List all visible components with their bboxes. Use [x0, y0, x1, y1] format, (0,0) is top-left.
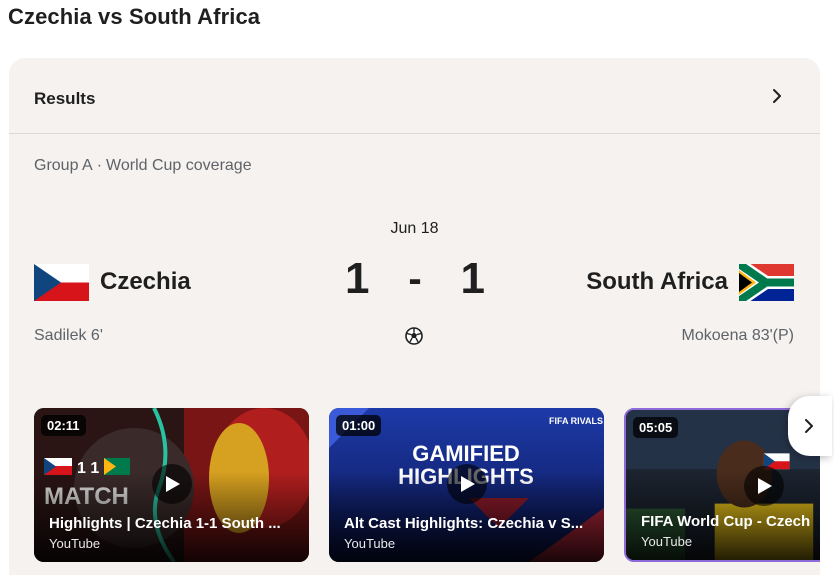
away-team[interactable]: South Africa: [586, 263, 794, 301]
soccer-ball-icon: [405, 327, 423, 345]
play-icon[interactable]: [152, 464, 192, 504]
separator-dot: ·: [96, 157, 103, 174]
video-carousel: 1 1 MATCH 02:11 Highlights | Czechia 1-1…: [34, 408, 820, 568]
video-source: YouTube: [641, 534, 693, 549]
home-team-name: Czechia: [100, 268, 191, 295]
chevron-right-icon: [773, 89, 781, 103]
results-card: Results Group A · World Cup coverage Jun 1…: [9, 58, 820, 575]
scoreboard: 1 - 1: [345, 254, 485, 304]
video-card[interactable]: 1 1 MATCH 02:11 Highlights | Czechia 1-1…: [34, 408, 309, 562]
video-title: Highlights | Czechia 1-1 South ...: [49, 515, 281, 532]
video-title: FIFA World Cup - Czech: [641, 513, 811, 530]
score-separator: -: [408, 256, 422, 301]
away-score: 1: [460, 254, 485, 303]
home-scorer: Sadilek 6': [34, 327, 103, 344]
video-title: Alt Cast Highlights: Czechia v S...: [344, 515, 584, 532]
czech-flag-icon: [34, 263, 89, 301]
video-duration: 05:05: [633, 417, 679, 438]
home-score: 1: [345, 254, 370, 303]
video-source: YouTube: [344, 536, 396, 551]
results-label: Results: [34, 89, 96, 108]
chevron-right-icon: [805, 419, 813, 433]
thumb-overlay-line1: GAMIFIED: [412, 441, 520, 466]
group-name: Group A: [34, 157, 93, 174]
home-team[interactable]: Czechia: [34, 263, 191, 301]
video-source: YouTube: [49, 536, 101, 551]
play-icon[interactable]: [744, 466, 784, 506]
carousel-next-button[interactable]: [788, 396, 832, 456]
match-date: Jun 18: [390, 220, 439, 237]
video-duration: 01:00: [336, 415, 382, 436]
page-title: Czechia vs South Africa: [8, 4, 261, 29]
thumb-brand-text: FIFA RIVALS: [549, 416, 603, 426]
away-scorer: Mokoena 83'(P): [681, 327, 794, 344]
video-duration: 02:11: [41, 415, 86, 436]
group-line: Group A · World Cup coverage: [34, 157, 252, 175]
away-team-name: South Africa: [586, 268, 728, 295]
south-africa-flag-icon: [739, 263, 794, 301]
play-icon[interactable]: [447, 464, 487, 504]
results-header[interactable]: Results: [9, 58, 820, 134]
video-card[interactable]: FIFA RIVALS GAMIFIED HIGHLIGHTS 01:00 Al…: [329, 408, 604, 562]
coverage-link[interactable]: World Cup coverage: [106, 157, 252, 174]
